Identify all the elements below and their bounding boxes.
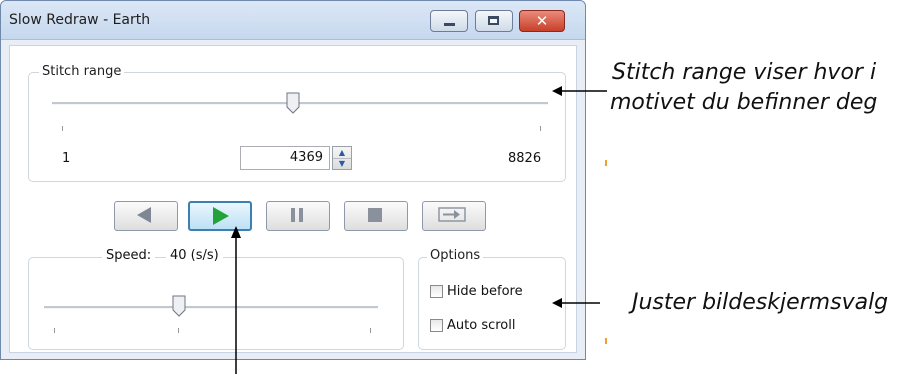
annotation-arrows	[231, 86, 607, 374]
